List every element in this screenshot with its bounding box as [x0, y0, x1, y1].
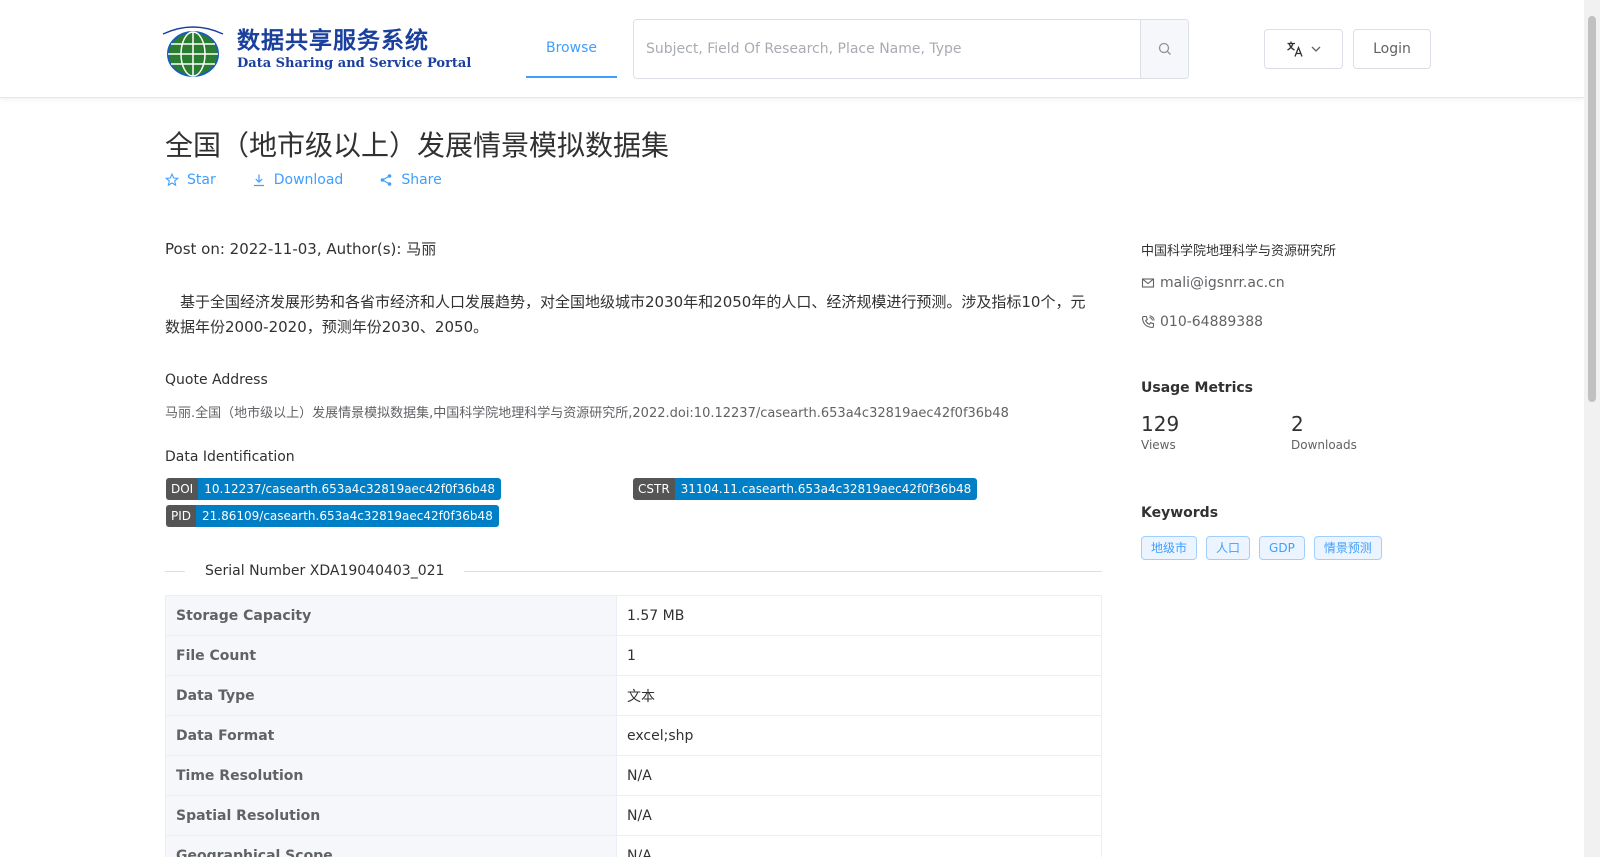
language-button[interactable] — [1264, 29, 1343, 69]
globe-logo-icon — [155, 22, 231, 78]
table-row: Time Resolution N/A — [165, 755, 1102, 796]
table-row: Geographical Scope N/A — [165, 835, 1102, 857]
cstr-badge[interactable]: CSTR 31104.11.casearth.653a4c32819aec42f… — [633, 478, 978, 500]
star-button[interactable]: Star — [165, 172, 216, 188]
site-logo[interactable]: 数据共享服务系统 Data Sharing and Service Portal — [155, 22, 471, 78]
scrollbar-thumb[interactable] — [1588, 16, 1596, 402]
doi-key: DOI — [166, 478, 199, 500]
pid-badge[interactable]: PID 21.86109/casearth.653a4c32819aec42f0… — [166, 505, 499, 527]
search-icon — [1158, 42, 1171, 55]
property-key: File Count — [165, 635, 617, 676]
identification-heading: Data Identification — [165, 449, 295, 465]
property-value: N/A — [616, 835, 1102, 857]
share-button[interactable]: Share — [379, 172, 442, 188]
usage-metrics-heading: Usage Metrics — [1141, 380, 1253, 396]
property-value: N/A — [616, 755, 1102, 796]
property-key: Time Resolution — [165, 755, 617, 796]
keywords-heading: Keywords — [1141, 505, 1219, 521]
table-row: Data Type 文本 — [165, 675, 1102, 716]
logo-title-cn: 数据共享服务系统 — [237, 27, 429, 54]
dataset-title: 全国（地市级以上）发展情景模拟数据集 — [165, 129, 670, 162]
phone-text: 010-64889388 — [1160, 314, 1264, 330]
doi-badge[interactable]: DOI 10.12237/casearth.653a4c32819aec42f0… — [166, 478, 502, 500]
site-header: 数据共享服务系统 Data Sharing and Service Portal… — [0, 0, 1584, 98]
pid-key: PID — [166, 505, 197, 527]
views-label: Views — [1141, 438, 1176, 452]
dataset-description: 基于全国经济发展形势和各省市经济和人口发展趋势，对全国地级城市2030年和205… — [165, 293, 1086, 336]
serial-number: Serial Number XDA19040403_021 — [205, 563, 445, 579]
star-icon — [165, 173, 179, 187]
keyword-tag[interactable]: 人口 — [1206, 536, 1251, 560]
dataset-actions: Star Download Share — [165, 172, 442, 188]
download-icon — [253, 174, 264, 187]
contact-phone: 010-64889388 — [1141, 314, 1263, 330]
property-key: Data Type — [165, 675, 617, 716]
mail-icon — [1141, 278, 1155, 288]
property-value: excel;shp — [616, 715, 1102, 756]
keyword-tag[interactable]: 地级市 — [1141, 536, 1198, 560]
quote-heading: Quote Address — [165, 372, 268, 388]
download-button[interactable]: Download — [252, 172, 344, 188]
table-row: Data Format excel;shp — [165, 715, 1102, 756]
downloads-metric: 2 Downloads — [1291, 412, 1357, 452]
email-text: mali@igsnrr.ac.cn — [1160, 275, 1285, 291]
phone-icon — [1141, 315, 1155, 329]
property-value: N/A — [616, 795, 1102, 836]
organization-name: 中国科学院地理科学与资源研究所 — [1141, 244, 1337, 259]
property-key: Data Format — [165, 715, 617, 756]
property-value: 文本 — [616, 675, 1102, 716]
keyword-list: 地级市 人口 GDP 情景预测 — [1141, 536, 1382, 560]
keyword-tag[interactable]: 情景预测 — [1313, 536, 1382, 560]
nav-browse-tab[interactable]: Browse — [526, 28, 617, 78]
search-button[interactable] — [1140, 20, 1188, 78]
logo-title-en: Data Sharing and Service Portal — [237, 56, 472, 71]
login-button[interactable]: Login — [1353, 29, 1431, 69]
share-icon — [381, 174, 392, 186]
translate-icon — [1286, 41, 1303, 57]
keyword-tag[interactable]: GDP — [1259, 536, 1305, 560]
table-row: Spatial Resolution N/A — [165, 795, 1102, 836]
share-label: Share — [401, 172, 442, 188]
search-bar — [633, 19, 1189, 79]
properties-table: Storage Capacity 1.57 MB File Count 1 Data… — [165, 595, 1102, 857]
cstr-value: 31104.11.casearth.653a4c32819aec42f0f36b… — [674, 478, 978, 500]
search-input[interactable] — [634, 20, 1140, 78]
table-row: File Count 1 — [165, 635, 1102, 676]
property-key: Geographical Scope — [165, 835, 617, 857]
doi-value: 10.12237/casearth.653a4c32819aec42f0f36b… — [198, 478, 502, 500]
contact-email[interactable]: mali@igsnrr.ac.cn — [1141, 275, 1285, 291]
downloads-count: 2 — [1291, 412, 1304, 436]
downloads-label: Downloads — [1291, 438, 1357, 452]
views-metric: 129 Views — [1141, 412, 1179, 452]
download-label: Download — [273, 172, 344, 188]
table-row: Storage Capacity 1.57 MB — [165, 595, 1102, 636]
star-label: Star — [187, 172, 216, 188]
cstr-key: CSTR — [633, 478, 675, 500]
property-key: Storage Capacity — [165, 595, 617, 636]
property-key: Spatial Resolution — [165, 795, 617, 836]
chevron-down-icon — [1311, 46, 1320, 52]
serial-divider: Serial Number XDA19040403_021 — [165, 559, 1102, 583]
pid-value: 21.86109/casearth.653a4c32819aec42f0f36b… — [196, 505, 499, 527]
quote-text: 马丽.全国（地市级以上）发展情景模拟数据集,中国科学院地理科学与资源研究所,20… — [165, 406, 1009, 421]
page-scrollbar[interactable] — [1584, 0, 1600, 857]
property-value: 1.57 MB — [616, 595, 1102, 636]
views-count: 129 — [1141, 412, 1180, 436]
post-info: Post on: 2022-11-03, Author(s): 马丽 — [165, 240, 437, 258]
property-value: 1 — [616, 635, 1102, 676]
